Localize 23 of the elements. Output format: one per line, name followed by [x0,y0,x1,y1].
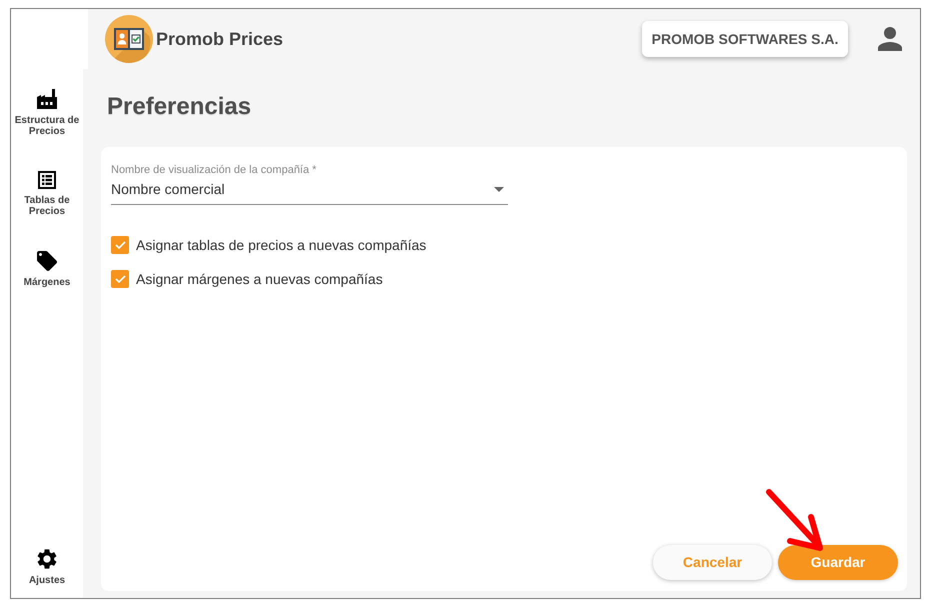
sidebar-item[interactable]: Tablas de Precios [12,171,82,217]
page-title: Preferencias [107,93,252,121]
sidebar-item[interactable]: Ajustes [12,549,82,586]
caret-icon [494,187,504,192]
settings-icon [37,549,57,569]
logo-icon [105,15,153,63]
sidebar-item[interactable]: Estructura de Precios [12,89,82,137]
select-field[interactable]: Nombre de visualización de la compañía * Nombre comercial [111,164,508,205]
company-button[interactable]: PROMOB SOFTWARES S.A. [642,21,848,57]
checkbox-label: Asignar tablas de precios a nuevas compañías [136,236,426,254]
check-icon [114,275,126,283]
user-icon[interactable] [878,27,902,51]
app-title: Promob Prices [156,28,284,50]
factory-icon [37,89,57,109]
sidebar-item[interactable]: Márgenes [12,251,82,288]
select-value: Nombre comercial [111,181,225,198]
checkbox-label: Asignar márgenes a nuevas compañías [136,270,383,288]
checkbox[interactable] [111,236,129,254]
select-label: Nombre de visualización de la compañía * [111,164,318,177]
list-icon [38,171,56,189]
checkbox[interactable] [111,270,129,288]
check-icon [114,241,126,249]
tag-icon [37,251,57,271]
